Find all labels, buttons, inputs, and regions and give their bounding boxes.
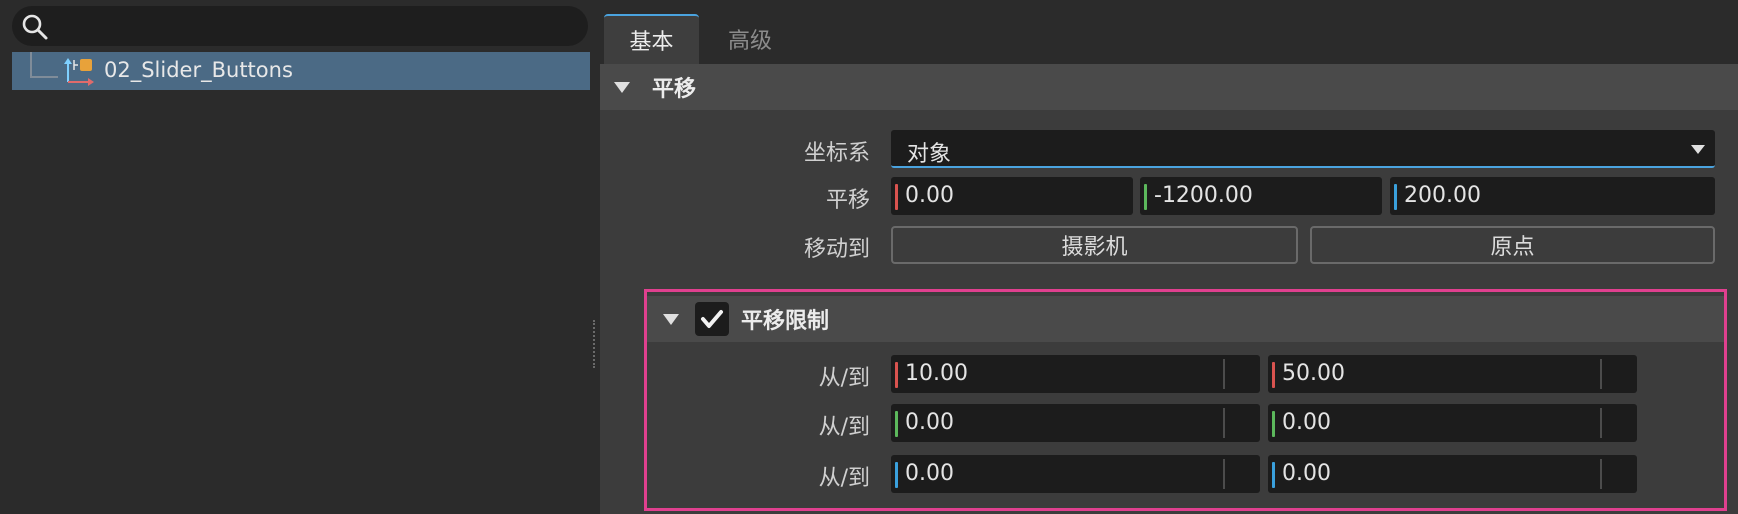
axis-x-marker	[895, 184, 898, 210]
tree-item[interactable]: 02_Slider_Buttons	[12, 52, 590, 90]
outliner-panel: 02_Slider_Buttons	[0, 0, 593, 514]
search-input[interactable]	[12, 6, 588, 46]
axis-y-marker	[895, 411, 898, 437]
axis-z-marker	[895, 462, 898, 488]
translate-label: 平移	[825, 188, 870, 213]
limit-z-from-value: 0.00	[905, 461, 954, 486]
attribute-panel: 基本 高级 平移 坐标系 对象 平移 0.00 -1200.00 200.00	[600, 0, 1738, 514]
dropdown-value: 对象	[907, 142, 952, 167]
tab-advanced[interactable]: 高级	[700, 14, 800, 64]
translate-z-field[interactable]: 200.00	[1390, 177, 1715, 215]
tab-basic[interactable]: 基本	[604, 14, 699, 64]
move-to-camera-button[interactable]: 摄影机	[891, 226, 1298, 264]
limit-z-to-field[interactable]: 0.00	[1268, 455, 1637, 493]
section-title: 平移	[652, 77, 697, 102]
tree-item-label: 02_Slider_Buttons	[104, 58, 293, 82]
limit-row-label-z: 从/到	[818, 466, 870, 491]
panel-splitter-handle[interactable]	[593, 320, 597, 368]
translate-x-field[interactable]: 0.00	[891, 177, 1133, 215]
translate-y-field[interactable]: -1200.00	[1140, 177, 1382, 215]
null-object-icon	[64, 58, 94, 86]
limit-y-from-value: 0.00	[905, 410, 954, 435]
collapse-triangle-icon[interactable]	[663, 313, 679, 325]
limit-enable-checkbox[interactable]	[695, 302, 729, 336]
move-to-label: 移动到	[803, 237, 870, 262]
tab-bar: 基本 高级	[604, 14, 1738, 64]
field-separator	[1223, 459, 1225, 489]
translate-y-value: -1200.00	[1154, 183, 1253, 208]
limit-z-from-field[interactable]: 0.00	[891, 455, 1260, 493]
coordinate-system-dropdown[interactable]: 对象	[891, 130, 1715, 168]
axis-y-marker	[1144, 184, 1147, 210]
axis-y-marker	[1272, 411, 1275, 437]
axis-z-marker	[1394, 184, 1397, 210]
limit-y-to-value: 0.00	[1282, 410, 1331, 435]
coordinate-system-label: 坐标系	[803, 141, 870, 166]
limit-x-to-field[interactable]: 50.00	[1268, 355, 1637, 393]
limit-z-to-value: 0.00	[1282, 461, 1331, 486]
section-title: 平移限制	[741, 309, 830, 334]
collapse-triangle-icon[interactable]	[614, 81, 630, 93]
move-to-origin-button[interactable]: 原点	[1310, 226, 1715, 264]
field-separator	[1600, 408, 1602, 438]
tree-branch-line	[30, 52, 58, 78]
section-header-translation[interactable]: 平移	[600, 64, 1738, 110]
limit-row-label-y: 从/到	[818, 415, 870, 440]
axis-x-marker	[895, 362, 898, 388]
search-icon	[22, 14, 48, 40]
limit-row-label-x: 从/到	[818, 366, 870, 391]
field-separator	[1223, 359, 1225, 389]
field-separator	[1600, 459, 1602, 489]
limit-x-from-value: 10.00	[905, 361, 968, 386]
field-separator	[1223, 408, 1225, 438]
limit-y-from-field[interactable]: 0.00	[891, 404, 1260, 442]
field-separator	[1600, 359, 1602, 389]
axis-z-marker	[1272, 462, 1275, 488]
axis-x-marker	[1272, 362, 1275, 388]
limit-x-to-value: 50.00	[1282, 361, 1345, 386]
translate-z-value: 200.00	[1404, 183, 1481, 208]
chevron-down-icon	[1691, 145, 1705, 154]
checkmark-icon	[701, 310, 723, 328]
limit-y-to-field[interactable]: 0.00	[1268, 404, 1637, 442]
section-header-translation-limit[interactable]: 平移限制	[647, 296, 1727, 342]
attribute-content: 平移 坐标系 对象 平移 0.00 -1200.00 200.00 移动到 摄影…	[600, 64, 1738, 514]
limit-x-from-field[interactable]: 10.00	[891, 355, 1260, 393]
translate-x-value: 0.00	[905, 183, 954, 208]
